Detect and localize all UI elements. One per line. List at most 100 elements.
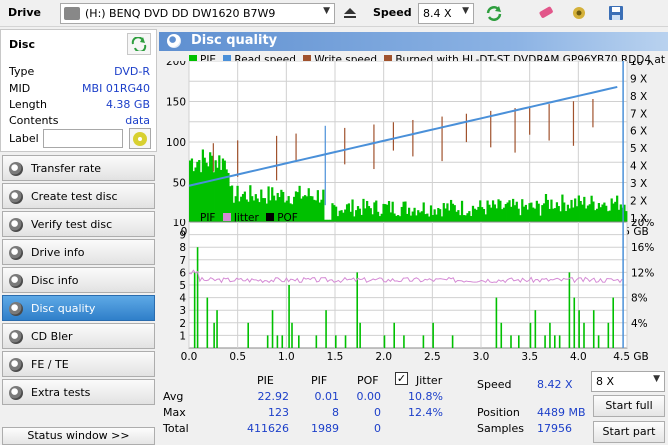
pif-bar xyxy=(288,285,290,348)
pif-bar xyxy=(193,272,196,348)
total-pif: 1989 xyxy=(311,422,339,435)
contents-value: data xyxy=(125,114,150,127)
position-label: Position xyxy=(477,406,520,419)
y2-tick-label: 10 X xyxy=(630,61,654,68)
disc-icon xyxy=(9,162,23,176)
speed-label: Speed xyxy=(373,6,412,19)
panel-title: Disc quality xyxy=(191,33,278,48)
pif-bar xyxy=(554,335,556,348)
refresh-speed-button[interactable] xyxy=(482,2,506,24)
nav-label: Create test disc xyxy=(31,190,118,203)
pif-bar xyxy=(510,335,512,348)
chevron-down-icon: ▼ xyxy=(462,6,469,16)
pif-bar xyxy=(578,310,580,348)
check-icon: ✓ xyxy=(396,372,407,385)
start-part-button[interactable]: Start part xyxy=(593,421,665,443)
test-speed-value: 8 X xyxy=(596,375,615,388)
speed-select[interactable]: 8.4 X ▼ xyxy=(418,3,474,24)
nav-cd-bler[interactable]: CD Bler xyxy=(2,323,155,349)
refresh-icon xyxy=(486,6,502,21)
nav-disc-info[interactable]: Disc info xyxy=(2,267,155,293)
nav-transfer-rate[interactable]: Transfer rate xyxy=(2,155,155,181)
drive-label: Drive xyxy=(8,6,41,19)
max-pif: 8 xyxy=(332,406,339,419)
disc-refresh-button[interactable] xyxy=(127,33,151,55)
label-input[interactable] xyxy=(43,129,123,148)
position-value: 4489 MB xyxy=(537,406,586,419)
x-tick-label: 1.5 xyxy=(327,351,344,363)
pif-bar xyxy=(592,310,595,348)
pif-bar xyxy=(298,335,300,348)
nav-label: CD Bler xyxy=(31,330,73,343)
disc-icon xyxy=(9,246,23,260)
y-tick-label: 6 xyxy=(179,267,186,279)
save-button[interactable] xyxy=(604,2,628,24)
settings-icon xyxy=(573,7,585,19)
y2-tick-label: 20% xyxy=(631,219,654,229)
type-label: Type xyxy=(9,65,35,78)
pif-bar xyxy=(216,310,218,348)
avg-pie: 22.92 xyxy=(257,390,290,403)
pif-bar xyxy=(544,335,546,348)
y-tick-label: 5 xyxy=(179,280,186,292)
pif-bar xyxy=(325,310,327,348)
pif-chart: 0.0 0.5 1.0 1.5 2.0 2.5 3.0 3.5 4.0 4.5 GB 1098765… xyxy=(173,219,655,363)
eject-icon xyxy=(344,8,356,18)
erase-button[interactable] xyxy=(534,2,558,24)
total-label: Total xyxy=(163,422,189,435)
y-tick-label: 100 xyxy=(166,137,186,149)
drive-select[interactable]: (H:) BENQ DVD DD DW1620 B7W9 ▼ xyxy=(60,3,335,24)
samples-value: 17956 xyxy=(537,422,572,435)
nav-disc-quality[interactable]: Disc quality xyxy=(2,295,155,321)
y2-tick-label: 12% xyxy=(631,267,654,279)
nav-drive-info[interactable]: Drive info xyxy=(2,239,155,265)
pif-bar xyxy=(206,297,209,348)
y2-tick-label: 6 X xyxy=(630,126,647,138)
nav-create-test-disc[interactable]: Create test disc xyxy=(2,183,155,209)
label-apply-button[interactable] xyxy=(129,128,151,149)
start-full-button[interactable]: Start full xyxy=(593,395,665,417)
pif-bar xyxy=(359,322,361,348)
panel-title-bar: Disc quality xyxy=(159,32,668,51)
x-tick-label: 3.5 xyxy=(521,351,538,363)
status-window-button[interactable]: Status window >> xyxy=(2,427,155,445)
mid-value: MBI 01RG40 xyxy=(82,82,150,95)
nav-label: FE / TE xyxy=(31,358,69,371)
max-label: Max xyxy=(163,406,186,419)
y-tick-label: 4 xyxy=(179,293,186,305)
jitter-checkbox[interactable]: ✓ xyxy=(395,372,408,385)
disc-quality-panel: Disc quality PIE Read speed Write speed … xyxy=(159,29,668,445)
pif-bar xyxy=(500,322,503,348)
y2-tick-label: 8% xyxy=(631,293,648,305)
pif-bar xyxy=(529,322,532,348)
options-button[interactable] xyxy=(567,2,591,24)
type-value: DVD-R xyxy=(114,65,150,78)
test-speed-select[interactable]: 8 X ▼ xyxy=(591,371,665,392)
y-tick-label: 150 xyxy=(166,97,186,109)
nav-label: Extra tests xyxy=(31,386,91,399)
disc-icon xyxy=(9,274,23,288)
nav-extra-tests[interactable]: Extra tests xyxy=(2,379,155,405)
y2-tick-label: 4 X xyxy=(630,161,647,173)
y-tick-label: 2 xyxy=(179,318,186,330)
refresh-icon xyxy=(131,37,147,51)
disc-icon xyxy=(9,358,23,372)
pif-bar xyxy=(291,322,293,348)
nav-fe-te[interactable]: FE / TE xyxy=(2,351,155,377)
pif-bar xyxy=(247,322,249,348)
x-tick-label: 2.5 xyxy=(424,351,441,363)
total-pof: 0 xyxy=(374,422,381,435)
pif-bar xyxy=(276,335,279,348)
speed-select-value: 8.4 X xyxy=(423,7,452,20)
nav-verify-test-disc[interactable]: Verify test disc xyxy=(2,211,155,237)
y-tick-label: 3 xyxy=(179,305,186,317)
nav-label: Disc quality xyxy=(31,302,96,315)
avg-jitter: 10.8% xyxy=(408,390,443,403)
eject-button[interactable] xyxy=(338,2,362,24)
pie-bar xyxy=(322,189,325,223)
x-tick-label: 4.5 GB xyxy=(613,351,648,363)
pif-bar xyxy=(335,335,337,348)
max-pie: 123 xyxy=(268,406,289,419)
chevron-down-icon: ▼ xyxy=(323,6,330,16)
pif-bar xyxy=(422,335,425,348)
